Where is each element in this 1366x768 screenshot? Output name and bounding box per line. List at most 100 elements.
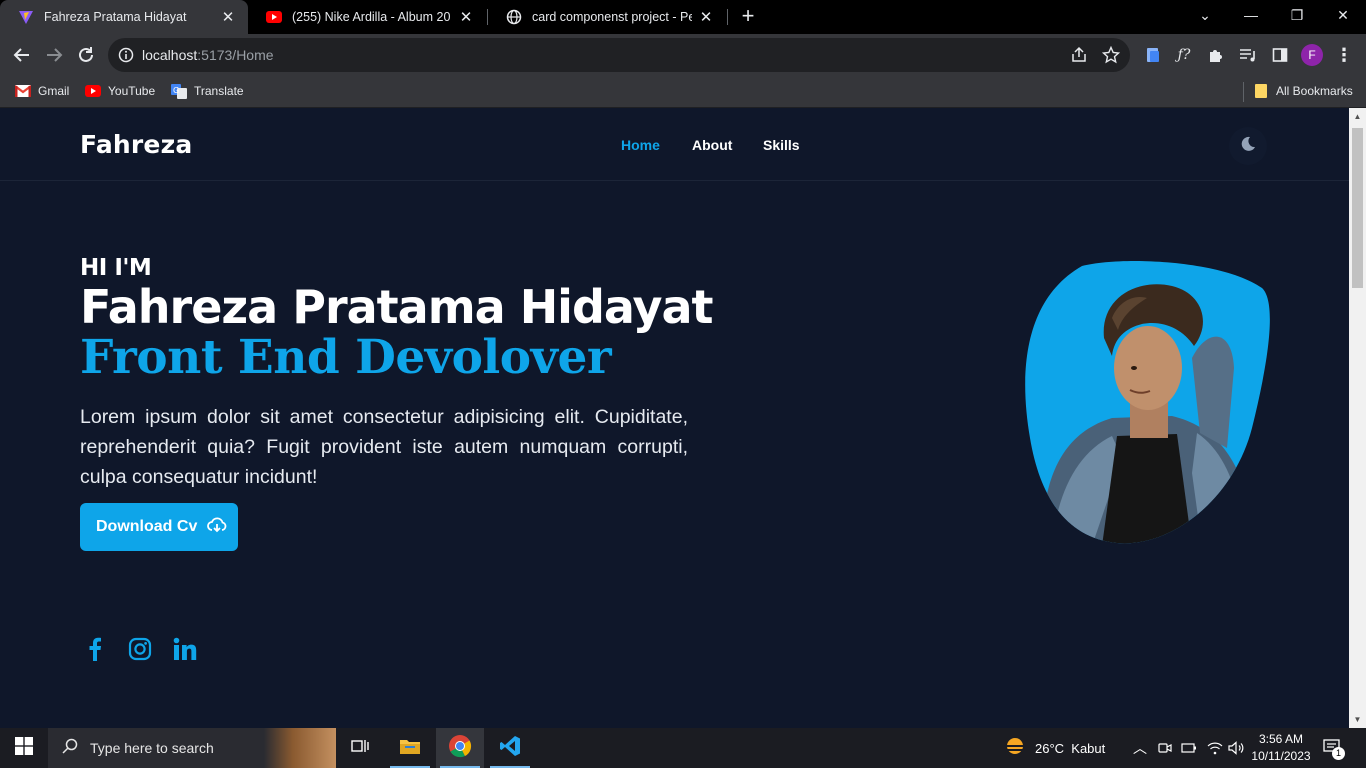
start-button[interactable] [0, 728, 48, 768]
profile-avatar[interactable]: F [1301, 44, 1323, 66]
file-explorer-button[interactable] [386, 728, 434, 768]
scroll-down-icon[interactable]: ▼ [1349, 711, 1366, 728]
download-cv-button[interactable]: Download Cv [80, 503, 238, 551]
battery-icon[interactable] [1181, 728, 1197, 768]
share-icon[interactable] [1070, 46, 1088, 69]
chevron-up-icon: ︿ [1133, 740, 1147, 756]
nav-about[interactable]: About [692, 137, 732, 153]
globe-icon [506, 9, 522, 25]
nav-skills[interactable]: Skills [763, 137, 800, 153]
moon-icon [1239, 135, 1257, 158]
bookmark-gmail[interactable]: Gmail [15, 83, 69, 99]
site-header: Fahreza Home About Skills [0, 108, 1349, 181]
browser-toolbar: localhost:5173/Home ƒ? F ⋮ [0, 34, 1366, 76]
forward-button[interactable] [42, 43, 66, 67]
instagram-icon[interactable] [125, 634, 155, 664]
tab-separator [727, 9, 728, 25]
file-explorer-icon [399, 737, 421, 760]
tab-title: Fahreza Pratama Hidayat [44, 10, 187, 24]
hero-description: Lorem ipsum dolor sit amet consectetur a… [80, 406, 688, 488]
tab-title: (255) Nike Ardilla - Album 20 Me [292, 10, 452, 24]
address-bar[interactable]: localhost:5173/Home [108, 38, 1130, 72]
gmail-icon [15, 83, 31, 99]
linkedin-icon[interactable] [170, 634, 200, 664]
meet-now-icon[interactable] [1158, 728, 1172, 768]
task-view-button[interactable] [336, 728, 384, 768]
tab-title: card componenst project - Pene [532, 10, 692, 24]
restore-button[interactable]: ❐ [1274, 0, 1320, 30]
hero-role: Front End Devolover [80, 330, 612, 385]
bookmarks-divider [1243, 82, 1244, 102]
clock-date: 10/11/2023 [1251, 749, 1311, 763]
chrome-icon [448, 734, 472, 763]
weather-fog-icon [1003, 737, 1027, 760]
theme-toggle-button[interactable] [1229, 127, 1267, 165]
facebook-icon[interactable] [80, 634, 110, 664]
system-clock[interactable]: 3:56 AM 10/11/2023 [1248, 731, 1314, 765]
nav-home[interactable]: Home [621, 137, 660, 153]
tab-portfolio[interactable]: Fahreza Pratama Hidayat ✕ [0, 0, 248, 34]
taskbar-search[interactable]: Type here to search [48, 728, 336, 768]
download-cv-label: Download Cv [96, 518, 198, 535]
volume-icon[interactable] [1228, 728, 1244, 768]
minimize-button[interactable]: — [1228, 0, 1274, 30]
site-logo[interactable]: Fahreza [80, 130, 192, 159]
cloud-download-icon [207, 516, 227, 538]
weather-widget[interactable]: 26°C Kabut [1003, 728, 1105, 768]
search-placeholder: Type here to search [90, 740, 214, 756]
close-tab-icon[interactable]: ✕ [458, 8, 474, 26]
translate-icon: G [171, 83, 187, 99]
search-icon [62, 738, 78, 759]
extension-docs-icon[interactable] [1143, 45, 1163, 65]
extensions-puzzle-icon[interactable] [1206, 45, 1226, 65]
scroll-thumb[interactable] [1352, 128, 1363, 288]
media-control-icon[interactable] [1238, 45, 1258, 65]
reload-button[interactable] [74, 43, 98, 67]
chrome-taskbar-button[interactable] [436, 728, 484, 768]
bookmark-label: Translate [194, 84, 244, 98]
vscode-icon [499, 735, 521, 762]
back-button[interactable] [10, 43, 34, 67]
notification-count: 1 [1332, 746, 1345, 760]
site-info-icon[interactable] [118, 47, 134, 68]
bookmarks-bar: Gmail YouTube G Translate All Bookmarks [0, 76, 1366, 108]
close-window-button[interactable]: ✕ [1320, 0, 1366, 30]
youtube-icon [266, 9, 282, 25]
notification-center[interactable]: 1 [1322, 728, 1345, 768]
new-tab-button[interactable]: + [737, 5, 759, 27]
all-bookmarks[interactable]: All Bookmarks [1253, 83, 1353, 99]
page-scrollbar[interactable]: ▲ ▼ [1349, 108, 1366, 728]
vscode-taskbar-button[interactable] [486, 728, 534, 768]
wifi-icon[interactable] [1207, 728, 1223, 768]
youtube-icon [85, 83, 101, 99]
bookmark-label: All Bookmarks [1276, 84, 1353, 98]
task-view-icon [351, 738, 369, 759]
menu-kebab-icon[interactable]: ⋮ [1334, 45, 1354, 65]
windows-icon [15, 736, 33, 760]
profile-photo [1022, 258, 1270, 546]
search-highlight-image [264, 728, 336, 768]
scroll-up-icon[interactable]: ▲ [1349, 108, 1366, 125]
tab-youtube[interactable]: (255) Nike Ardilla - Album 20 Me ✕ [248, 0, 486, 34]
side-panel-icon[interactable] [1270, 45, 1290, 65]
bookmark-youtube[interactable]: YouTube [85, 83, 155, 99]
svg-text:G: G [173, 86, 179, 95]
bookmark-label: YouTube [108, 84, 156, 98]
folder-icon [1253, 83, 1269, 99]
tab-search-button[interactable]: ⌄ [1182, 0, 1228, 30]
clock-time: 3:56 AM [1258, 732, 1304, 746]
close-tab-icon[interactable]: ✕ [698, 8, 714, 26]
tab-strip: Fahreza Pratama Hidayat ✕ (255) Nike Ard… [0, 0, 1366, 34]
tab-card-project[interactable]: card componenst project - Pene ✕ [488, 0, 726, 34]
extension-fonts-icon[interactable]: ƒ? [1174, 45, 1194, 65]
url-text: localhost:5173/Home [142, 47, 274, 63]
show-hidden-icons[interactable]: ︿ [1133, 728, 1147, 768]
windows-taskbar: Type here to search 26°C Kabut ︿ 3:56 AM… [0, 728, 1366, 768]
bookmark-translate[interactable]: G Translate [171, 83, 244, 99]
close-tab-icon[interactable]: ✕ [220, 8, 236, 26]
bookmark-star-icon[interactable] [1101, 45, 1121, 69]
bookmark-label: Gmail [38, 84, 70, 98]
hero-name: Fahreza Pratama Hidayat [80, 280, 714, 334]
vite-icon [18, 9, 34, 25]
portfolio-page: Fahreza Home About Skills HI I'M Fahreza… [0, 108, 1349, 728]
